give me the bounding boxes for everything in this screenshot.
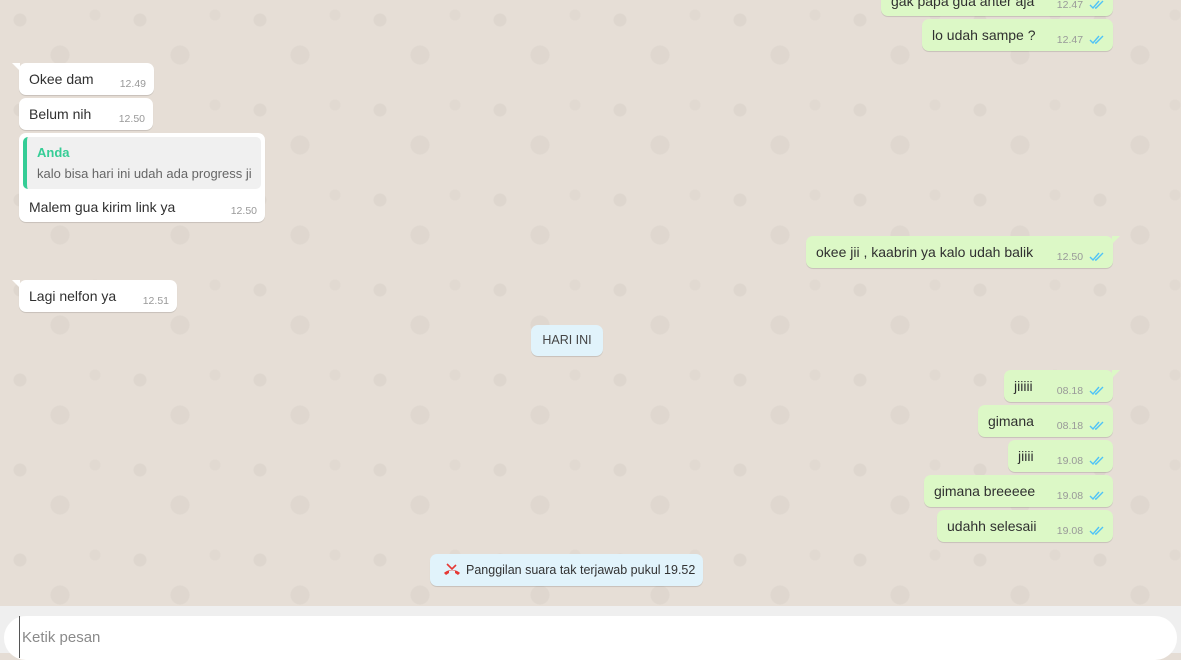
message-time: 12.50: [118, 113, 145, 125]
read-receipt-icon: [1089, 456, 1104, 466]
quoted-message[interactable]: Anda kalo bisa hari ini udah ada progres…: [23, 137, 261, 189]
read-receipt-icon: [1089, 35, 1104, 45]
message-text: Lagi nelfon ya: [29, 288, 117, 304]
message-incoming[interactable]: Lagi nelfon ya 12.51: [12, 280, 177, 312]
message-time: 12.47: [1056, 34, 1084, 46]
message-outgoing[interactable]: gimana 08.18: [978, 405, 1113, 437]
read-receipt-icon: [1089, 491, 1104, 501]
message-time: 08.18: [1056, 420, 1084, 432]
message-meta: 12.47: [1057, 0, 1105, 11]
message-meta: 19.08: [1057, 525, 1105, 537]
missed-call-text: Panggilan suara tak terjawab pukul 19.52: [466, 563, 696, 577]
message-incoming[interactable]: Okee dam 12.49: [12, 63, 154, 95]
message-outgoing[interactable]: gimana breeeee 19.08: [924, 475, 1113, 507]
message-input[interactable]: [19, 616, 1181, 658]
message-outgoing[interactable]: jiiii 19.08: [1008, 440, 1113, 472]
message-outgoing[interactable]: lo udah sampe ? 12.47: [922, 19, 1113, 51]
message-meta: 19.08: [1057, 455, 1105, 467]
message-text: okee jii , kaabrin ya kalo udah balik: [816, 244, 1034, 260]
missed-call-notice[interactable]: Panggilan suara tak terjawab pukul 19.52: [430, 554, 703, 586]
chat-panel[interactable]: gak papa gua anter aja 12.47 lo udah sam…: [0, 0, 1181, 606]
message-time: 12.49: [119, 78, 146, 90]
message-meta: 12.47: [1057, 34, 1105, 46]
message-text: Belum nih: [29, 106, 92, 122]
message-text: udahh selesaii: [947, 518, 1037, 534]
message-text: Malem gua kirim link ya: [29, 199, 176, 215]
message-text: jiiiii: [1014, 378, 1033, 394]
message-meta: 12.49: [120, 78, 146, 90]
message-meta: 12.50: [119, 113, 145, 125]
message-meta: 12.50: [231, 205, 257, 217]
composer-bar: [0, 606, 1181, 660]
message-text: lo udah sampe ?: [932, 27, 1036, 43]
message-meta: 19.08: [1057, 490, 1105, 502]
read-receipt-icon: [1089, 252, 1104, 262]
message-time: 12.50: [230, 205, 257, 217]
read-receipt-icon: [1089, 386, 1104, 396]
message-input-container[interactable]: [4, 616, 1181, 660]
read-receipt-icon: [1089, 421, 1104, 431]
quote-text: kalo bisa hari ini udah ada progress ji: [37, 166, 252, 181]
message-outgoing[interactable]: okee jii , kaabrin ya kalo udah balik 12…: [806, 236, 1120, 268]
message-incoming-reply[interactable]: Anda kalo bisa hari ini udah ada progres…: [19, 133, 265, 222]
message-time: 19.08: [1056, 455, 1084, 467]
date-divider: HARI INI: [531, 325, 603, 356]
read-receipt-icon: [1089, 0, 1104, 10]
message-text: Okee dam: [29, 71, 94, 87]
read-receipt-icon: [1089, 526, 1104, 536]
message-meta: 12.50: [1057, 251, 1105, 263]
message-time: 08.18: [1056, 385, 1084, 397]
message-text: gimana: [988, 413, 1034, 429]
message-outgoing[interactable]: jiiiii 08.18: [1004, 370, 1120, 402]
message-time: 12.47: [1056, 0, 1084, 11]
message-meta: 12.51: [143, 295, 169, 307]
message-incoming[interactable]: Belum nih 12.50: [19, 98, 153, 130]
message-time: 19.08: [1056, 490, 1084, 502]
message-time: 12.50: [1056, 251, 1084, 263]
message-text: gak papa gua anter aja: [891, 0, 1035, 9]
message-meta: 08.18: [1057, 420, 1105, 432]
message-time: 19.08: [1056, 525, 1084, 537]
message-outgoing[interactable]: udahh selesaii 19.08: [937, 510, 1113, 542]
message-time: 12.51: [142, 295, 169, 307]
message-text: gimana breeeee: [934, 483, 1036, 499]
message-text: jiiii: [1018, 448, 1034, 464]
missed-call-icon: [444, 563, 460, 575]
message-outgoing[interactable]: gak papa gua anter aja 12.47: [881, 0, 1113, 16]
quote-author: Anda: [37, 145, 70, 160]
message-meta: 08.18: [1057, 385, 1105, 397]
